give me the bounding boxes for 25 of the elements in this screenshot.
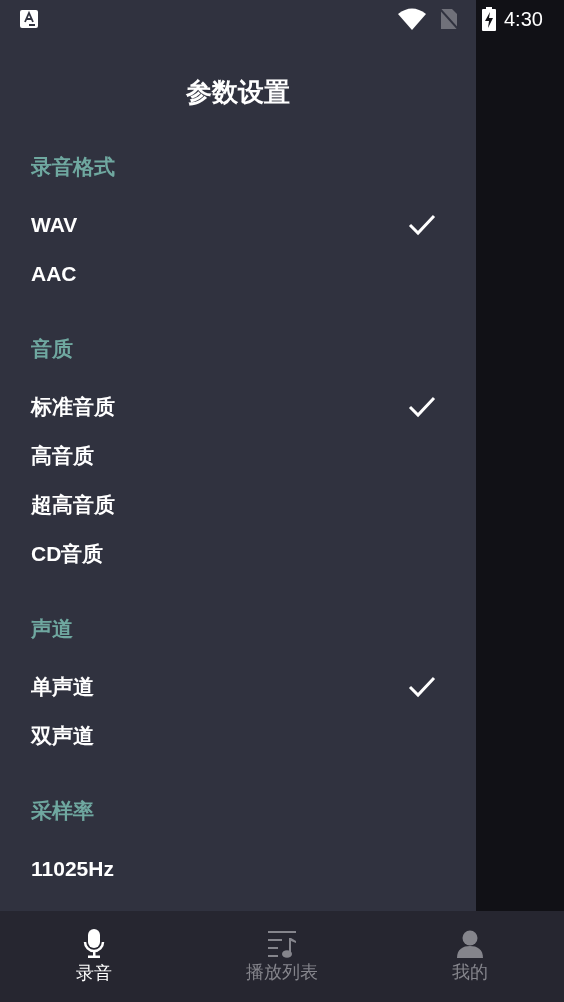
nav-tab[interactable]: 我的 [376,911,564,1002]
keyboard-app-icon [20,10,38,28]
section-header: 声道 [31,616,73,642]
option-label[interactable]: 超高音质 [31,490,436,519]
person-icon [457,929,483,958]
playlist-icon [267,929,297,958]
option-label[interactable]: WAV [31,212,408,237]
option-label[interactable]: 标准音质 [31,392,408,421]
option-label[interactable]: CD音质 [31,539,436,568]
settings-title: 参数设置 [186,75,290,109]
nav-tab[interactable]: 播放列表 [188,911,376,1002]
section-header: 录音格式 [31,154,115,180]
option-label[interactable]: 双声道 [31,721,436,750]
battery-charging-icon [482,7,496,31]
section-header: 采样率 [31,798,94,824]
no-sim-icon [440,8,458,30]
option-label[interactable]: 高音质 [31,441,436,470]
option-label[interactable]: 11025Hz [31,856,436,881]
option-label[interactable]: 单声道 [31,672,408,701]
option-label[interactable]: AAC [31,261,436,286]
wifi-icon [398,8,426,30]
nav-tab[interactable]: 录音 [0,911,188,1002]
microphone-icon [83,928,105,959]
status-time: 4:30 [504,7,543,31]
section-header: 音质 [31,336,73,362]
